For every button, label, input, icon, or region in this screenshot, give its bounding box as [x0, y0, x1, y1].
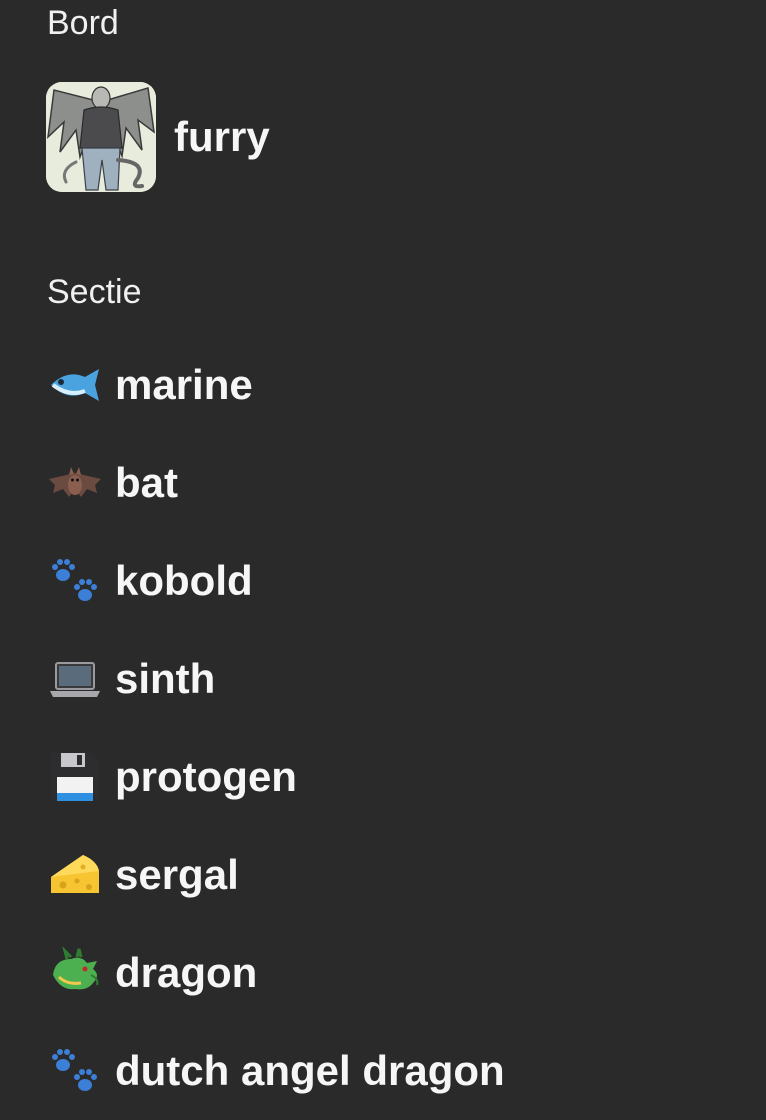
section-item-sergal[interactable]: sergal	[47, 826, 505, 924]
paw-prints-icon	[47, 553, 103, 609]
board-item-furry[interactable]: furry	[46, 82, 270, 192]
cheese-icon	[47, 847, 103, 903]
bat-icon	[47, 455, 103, 511]
section-label: dragon	[115, 949, 258, 996]
fish-icon	[47, 357, 103, 413]
section-item-protogen[interactable]: protogen	[47, 728, 505, 826]
section-label: bat	[115, 459, 178, 506]
section-item-bat[interactable]: bat	[47, 434, 505, 532]
section-item-dutch-angel-dragon[interactable]: dutch angel dragon	[47, 1022, 505, 1120]
floppy-disk-icon	[47, 749, 103, 805]
section-item-dragon[interactable]: dragon	[47, 924, 505, 1022]
section-heading: Sectie	[47, 273, 142, 311]
section-label: kobold	[115, 557, 253, 604]
section-label: sinth	[115, 655, 216, 702]
laptop-icon	[47, 651, 103, 707]
dragon-icon	[47, 945, 103, 1001]
paw-prints-icon	[47, 1043, 103, 1099]
board-heading: Bord	[47, 4, 119, 42]
section-label: sergal	[115, 851, 239, 898]
section-label: dutch angel dragon	[115, 1047, 505, 1094]
section-list: marine bat kobold sinth protogen sergal …	[47, 336, 505, 1120]
section-item-marine[interactable]: marine	[47, 336, 505, 434]
section-label: protogen	[115, 753, 297, 800]
section-item-sinth[interactable]: sinth	[47, 630, 505, 728]
board-thumbnail	[46, 82, 156, 192]
board-name: furry	[174, 113, 270, 160]
section-label: marine	[115, 361, 253, 408]
section-item-kobold[interactable]: kobold	[47, 532, 505, 630]
